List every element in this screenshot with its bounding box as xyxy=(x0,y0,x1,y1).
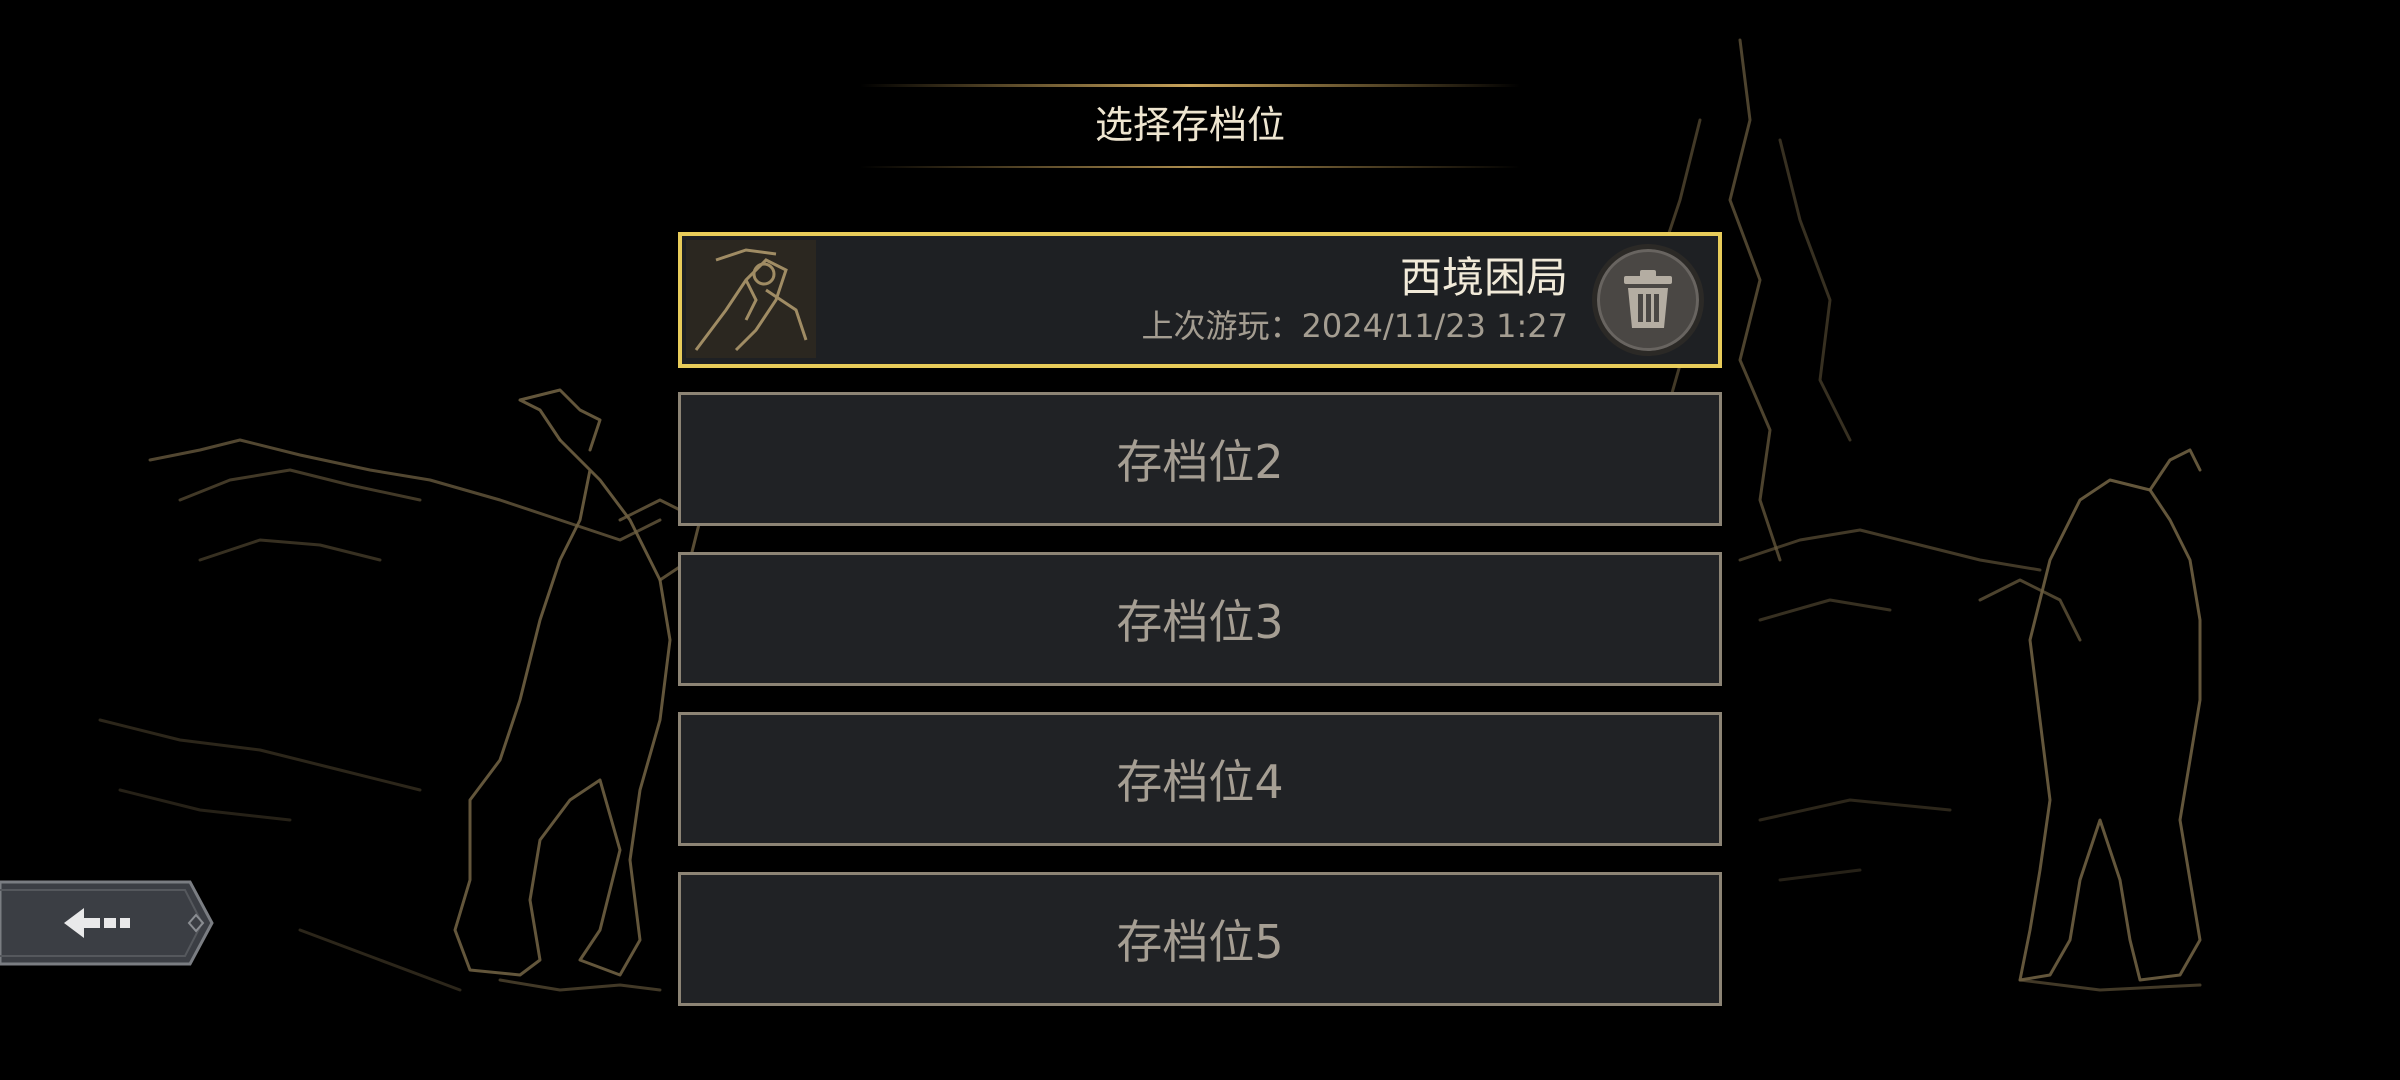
save-slot-4[interactable]: 存档位4 xyxy=(678,712,1722,846)
slot-label: 存档位2 xyxy=(1116,435,1284,489)
slot-label: 存档位4 xyxy=(1116,755,1284,809)
back-button[interactable] xyxy=(0,880,215,966)
delete-save-button[interactable] xyxy=(1592,244,1704,356)
last-played-label: 上次游玩： xyxy=(1141,307,1302,345)
save-slot-1[interactable]: 西境困局 上次游玩：2024/11/23 1:27 xyxy=(678,232,1722,368)
slot-label: 存档位5 xyxy=(1116,915,1284,969)
title-divider-bottom xyxy=(860,166,1520,168)
save-thumbnail xyxy=(686,240,816,358)
title-banner: 选择存档位 xyxy=(860,84,1520,170)
title-divider-top xyxy=(860,84,1520,87)
save-slot-5[interactable]: 存档位5 xyxy=(678,872,1722,1006)
slot-label: 存档位3 xyxy=(1116,595,1284,649)
trash-icon xyxy=(1624,270,1672,328)
last-played: 上次游玩：2024/11/23 1:27 xyxy=(1142,306,1568,346)
save-slot-2[interactable]: 存档位2 xyxy=(678,392,1722,526)
last-played-value: 2024/11/23 1:27 xyxy=(1301,307,1568,345)
save-slot-3[interactable]: 存档位3 xyxy=(678,552,1722,686)
save-name: 西境困局 xyxy=(1399,253,1568,302)
page-title: 选择存档位 xyxy=(1094,103,1285,147)
